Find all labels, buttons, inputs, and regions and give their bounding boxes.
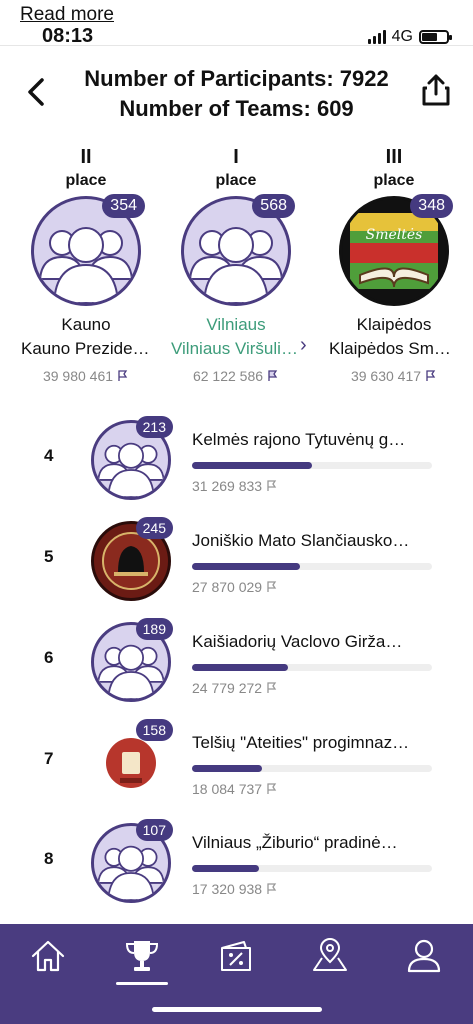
home-indicator (152, 1007, 322, 1012)
team-name-line1: Kauno (61, 315, 111, 334)
team-score: 31 269 833 (192, 478, 278, 494)
team-score: 18 084 737 (192, 781, 278, 797)
ranking-row[interactable]: 5 245 Joniškio Mato Slančiausko… 27 870 … (0, 513, 473, 609)
team-name: Vilniaus Viršuliškių p… (171, 339, 301, 358)
team-score: 17 320 938 (192, 881, 278, 897)
share-icon[interactable] (419, 72, 453, 108)
progress-bar (192, 664, 432, 671)
team-score: 39 630 417 (329, 368, 459, 384)
page-title: Number of Participants: 7922 Number of T… (60, 64, 413, 124)
podium-first[interactable]: I place 568 Vilniaus Vilniaus Viršuliški… (171, 146, 301, 384)
flag-icon (267, 783, 277, 794)
status-bar: Read more 08:13 4G (0, 0, 473, 47)
rank-number: 8 (44, 849, 54, 868)
progress-bar (192, 865, 432, 872)
profile-icon[interactable] (404, 936, 444, 976)
ranking-row[interactable]: 6 189 Kaišiadorių Vaclovo Girža… 24 779 … (0, 614, 473, 710)
ranking-row[interactable]: 4 213 Kelmės rajono Tytuvėnų g… 31 269 8… (0, 412, 473, 508)
flag-icon (118, 370, 128, 381)
map-pin-icon[interactable] (310, 936, 350, 976)
score-value: 39 980 461 (42, 368, 114, 384)
back-chevron-icon[interactable] (22, 74, 52, 110)
flag-icon (268, 370, 278, 381)
member-count-badge: 245 (135, 517, 173, 539)
team-score: 39 980 461 (21, 368, 151, 384)
place-label: place (65, 172, 107, 189)
member-count-badge: 107 (135, 819, 173, 841)
rank-number: 4 (44, 446, 54, 465)
score-value: 39 630 417 (350, 368, 422, 384)
score-value: 27 870 029 (192, 579, 263, 595)
network-label: 4G (391, 28, 413, 45)
podium-third[interactable]: III place Smeltės 348 Klaipėdos Klaipėdo… (329, 146, 459, 384)
member-count-badge: 189 (135, 618, 173, 640)
member-count-badge: 568 (252, 194, 295, 218)
team-name: Kauno Prezidento… (21, 339, 151, 358)
member-count-badge: 213 (135, 416, 173, 438)
podium-second[interactable]: II place 354 Kauno Kauno Prezidento… 39 … (21, 146, 151, 384)
signal-icon (367, 30, 386, 44)
member-count-badge: 354 (102, 194, 145, 218)
team-name: Telšių "Ateities" progimnaz… (192, 733, 410, 752)
flag-icon (267, 682, 277, 693)
team-score: 62 122 586 (171, 368, 301, 384)
progress-fill (192, 563, 300, 570)
place-number: I (233, 146, 239, 168)
flag-icon (267, 480, 277, 491)
progress-fill (192, 765, 262, 772)
discount-ticket-icon[interactable] (216, 936, 256, 976)
score-value: 31 269 833 (192, 478, 263, 494)
read-more-link[interactable]: Read more (20, 4, 114, 26)
teams-count: Number of Teams: 609 (119, 96, 354, 121)
rank-number: 7 (44, 749, 54, 768)
score-value: 24 779 272 (192, 680, 263, 696)
member-count-badge: 348 (410, 194, 453, 218)
team-score: 27 870 029 (192, 579, 278, 595)
home-icon[interactable] (28, 936, 68, 976)
score-value: 17 320 938 (192, 881, 263, 897)
team-name: Joniškio Mato Slančiausko… (192, 531, 410, 550)
progress-fill (192, 462, 312, 469)
place-label: place (373, 172, 415, 189)
progress-bar (192, 563, 432, 570)
progress-fill (192, 865, 260, 872)
participants-count: Number of Participants: 7922 (84, 66, 389, 91)
flag-icon (267, 883, 277, 894)
place-number: III (385, 146, 403, 168)
place-number: II (80, 146, 92, 168)
rank-number: 6 (44, 648, 54, 667)
score-value: 18 084 737 (192, 781, 263, 797)
chevron-right-icon[interactable]: › (300, 334, 307, 357)
svg-text:Smeltės: Smeltės (366, 227, 423, 243)
member-count-badge: 158 (135, 719, 173, 741)
trophy-icon[interactable] (122, 936, 162, 976)
ranking-row[interactable]: 7 158 Telšių "Ateities" progimnaz… 18 08… (0, 715, 473, 811)
rank-number: 5 (44, 547, 54, 566)
team-name-line1: Klaipėdos (356, 315, 432, 334)
status-indicators: 4G (367, 28, 452, 46)
place-label: place (215, 172, 257, 189)
battery-icon (419, 30, 452, 44)
flag-icon (426, 370, 436, 381)
progress-fill (192, 664, 288, 671)
progress-bar (192, 765, 432, 772)
clock: 08:13 (42, 25, 94, 47)
team-name: Vilniaus „Žiburio“ pradinė… (192, 833, 398, 852)
active-tab-indicator (116, 982, 168, 985)
team-name: Kaišiadorių Vaclovo Girža… (192, 632, 403, 651)
team-name: Kelmės rajono Tytuvėnų g… (192, 430, 406, 449)
score-value: 62 122 586 (192, 368, 264, 384)
flag-icon (267, 581, 277, 592)
team-name: Klaipėdos Smeltės pro… (329, 339, 459, 358)
ranking-row[interactable]: 8 107 Vilniaus „Žiburio“ pradinė… 17 320… (0, 815, 473, 911)
team-name-line1: Vilniaus (206, 315, 266, 334)
progress-bar (192, 462, 432, 469)
team-score: 24 779 272 (192, 680, 278, 696)
